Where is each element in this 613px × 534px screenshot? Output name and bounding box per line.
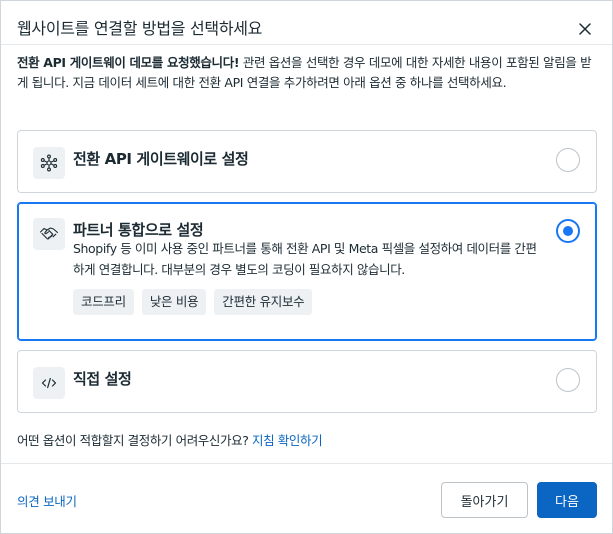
option-conversions-api-gateway[interactable]: 전환 API 게이트웨이로 설정 xyxy=(17,130,597,193)
send-feedback-link[interactable]: 의견 보내기 xyxy=(17,491,77,510)
option-title: 전환 API 게이트웨이로 설정 xyxy=(73,150,249,168)
footer-divider xyxy=(1,463,612,464)
network-nodes-icon xyxy=(40,154,58,172)
option-title: 직접 설정 xyxy=(73,370,132,388)
help-text: 어떤 옵션이 적합할지 결정하기 어려우신가요? 지침 확인하기 xyxy=(17,430,323,449)
intro-text: 전환 API 게이트웨이 데모를 요청했습니다! 관련 옵션을 선택한 경우 데… xyxy=(17,53,599,93)
option-icon-box xyxy=(33,367,65,399)
option-icon-box xyxy=(33,218,65,250)
option-radio-selected[interactable] xyxy=(556,219,580,243)
tag-easy-maintenance: 간편한 유지보수 xyxy=(214,289,313,315)
code-icon xyxy=(41,377,57,389)
option-title: 파트너 통합으로 설정 xyxy=(73,221,204,239)
option-description: Shopify 등 이미 사용 중인 파트너를 통해 전환 API 및 Meta… xyxy=(73,241,537,277)
close-button[interactable] xyxy=(571,15,599,43)
tag-low-cost: 낮은 비용 xyxy=(141,289,207,315)
dialog-title: 웹사이트를 연결할 방법을 선택하세요 xyxy=(17,19,263,38)
tag-code-free: 코드프리 xyxy=(73,289,134,315)
intro-bold: 전환 API 게이트웨이 데모를 요청했습니다! xyxy=(17,55,240,70)
option-radio[interactable] xyxy=(556,368,580,392)
option-icon-box xyxy=(33,147,65,179)
next-button[interactable]: 다음 xyxy=(537,482,597,518)
header-divider xyxy=(1,44,612,45)
back-button[interactable]: 돌아가기 xyxy=(441,482,528,518)
option-radio[interactable] xyxy=(556,148,580,172)
option-partner-integration[interactable]: 파트너 통합으로 설정 Shopify 등 이미 사용 중인 파트너를 통해 전… xyxy=(17,202,597,341)
guide-link[interactable]: 지침 확인하기 xyxy=(252,433,323,448)
option-manual-setup[interactable]: 직접 설정 xyxy=(17,350,597,413)
option-tags: 코드프리 낮은 비용 간편한 유지보수 xyxy=(73,289,313,315)
handshake-icon xyxy=(39,227,59,240)
help-question: 어떤 옵션이 적합할지 결정하기 어려우신가요? xyxy=(17,433,249,448)
connect-website-dialog: 웹사이트를 연결할 방법을 선택하세요 전환 API 게이트웨이 데모를 요청했… xyxy=(0,0,613,534)
close-icon xyxy=(579,23,591,35)
